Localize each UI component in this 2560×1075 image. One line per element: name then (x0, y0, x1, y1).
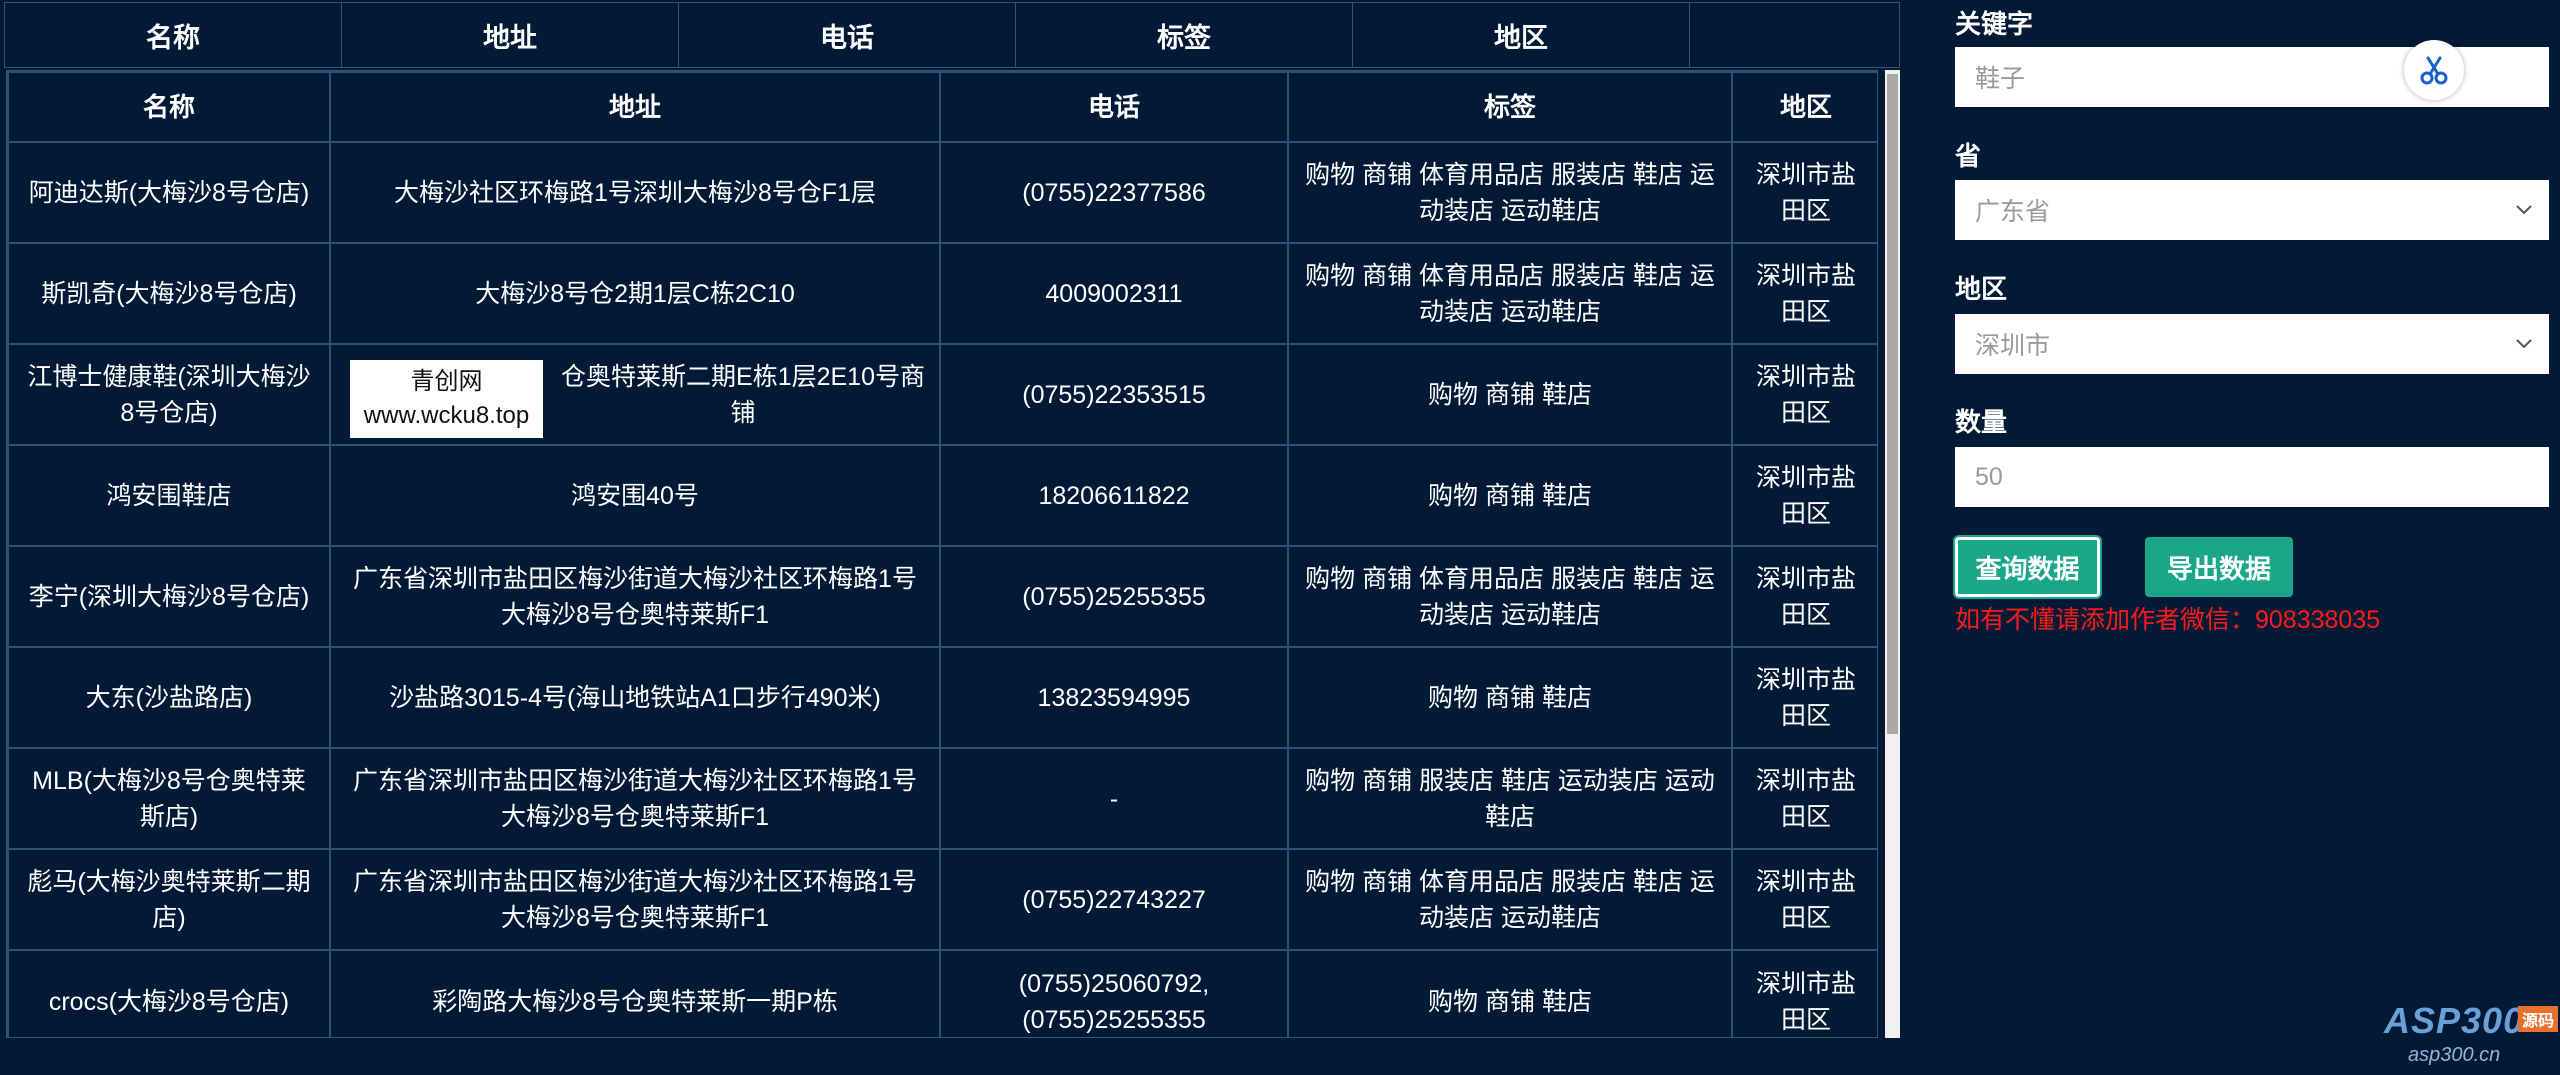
cell-name: 李宁(深圳大梅沙8号仓店) (7, 545, 331, 648)
watermark-line2: www.wcku8.top (363, 402, 530, 429)
outer-header-phone: 电话 (679, 3, 1016, 67)
cell-name: 彪马(大梅沙奥特莱斯二期店) (7, 848, 331, 951)
cell-tags: 购物 商铺 鞋店 (1287, 444, 1733, 547)
cell-region: 深圳市盐田区 (1731, 141, 1877, 244)
outer-header-tags: 标签 (1016, 3, 1353, 67)
cell-name: crocs(大梅沙8号仓店) (7, 949, 331, 1037)
table-scrollbar[interactable] (1885, 70, 1900, 1038)
cell-region: 深圳市盐田区 (1731, 848, 1877, 951)
region-select-value: 深圳市 (1975, 332, 2051, 360)
cell-region: 深圳市盐田区 (1731, 949, 1877, 1037)
cell-address: 鸿安围40号 (329, 444, 941, 547)
cell-name: 阿迪达斯(大梅沙8号仓店) (7, 141, 331, 244)
column-header-region: 地区 (1731, 71, 1877, 143)
results-area: 名称 地址 电话 标签 地区 名称 地址 电话 标签 地区 阿迪达斯(大梅沙8号… (0, 0, 1900, 1040)
table-row: crocs(大梅沙8号仓店) 彩陶路大梅沙8号仓奥特莱斯一期P栋 (0755)2… (7, 949, 1877, 1037)
count-label: 数量 (1955, 407, 2008, 437)
query-panel: 关键字 鞋子 省 广东省 地区 深圳市 数量 50 查询数据 导出数据 如有不懂… (1955, 0, 2555, 1075)
cell-name: 斯凯奇(大梅沙8号仓店) (7, 242, 331, 345)
cell-phone: 4009002311 (939, 242, 1289, 345)
logo-main-text: ASP300 (2384, 1000, 2525, 1041)
cell-address: 彩陶路大梅沙8号仓奥特莱斯一期P栋 (329, 949, 941, 1037)
cell-phone: (0755)25255355 (939, 545, 1289, 648)
table-row: 彪马(大梅沙奥特莱斯二期店) 广东省深圳市盐田区梅沙街道大梅沙社区环梅路1号大梅… (7, 848, 1877, 951)
cell-phone: 18206611822 (939, 444, 1289, 547)
cell-name: 鸿安围鞋店 (7, 444, 331, 547)
cell-address: 广东省深圳市盐田区梅沙街道大梅沙社区环梅路1号大梅沙8号仓奥特莱斯F1 (329, 747, 941, 850)
scrollbar-thumb[interactable] (1887, 74, 1898, 734)
cell-region: 深圳市盐田区 (1731, 646, 1877, 749)
keyword-label: 关键字 (1955, 9, 2034, 39)
cell-tags: 购物 商铺 服装店 鞋店 运动装店 运动鞋店 (1287, 747, 1733, 850)
scissors-icon (2420, 56, 2448, 85)
cell-address: 沙盐路3015-4号(海山地铁站A1口步行490米) (329, 646, 941, 749)
cell-phone: (0755)22377586 (939, 141, 1289, 244)
query-data-button[interactable]: 查询数据 (1955, 537, 2100, 597)
cell-phone: (0755)22743227 (939, 848, 1289, 951)
table-row: 江博士健康鞋(深圳大梅沙8号仓店) 仓奥特莱斯二期E栋1层2E10号商铺 (07… (7, 343, 1877, 446)
cell-address: 广东省深圳市盐田区梅沙街道大梅沙社区环梅路1号大梅沙8号仓奥特莱斯F1 (329, 848, 941, 951)
cell-tags: 购物 商铺 鞋店 (1287, 949, 1733, 1037)
cell-tags: 购物 商铺 体育用品店 服装店 鞋店 运动装店 运动鞋店 (1287, 242, 1733, 345)
logo-tag: 源码 (2518, 1006, 2558, 1032)
cell-region: 深圳市盐田区 (1731, 444, 1877, 547)
outer-table-header: 名称 地址 电话 标签 地区 (4, 2, 1900, 68)
province-select[interactable]: 广东省 (1955, 180, 2549, 240)
cell-region: 深圳市盐田区 (1731, 747, 1877, 850)
cell-tags: 购物 商铺 体育用品店 服装店 鞋店 运动装店 运动鞋店 (1287, 141, 1733, 244)
chevron-down-icon (2516, 339, 2532, 349)
count-input[interactable]: 50 (1955, 447, 2549, 507)
cell-tags: 购物 商铺 鞋店 (1287, 343, 1733, 446)
column-header-name: 名称 (7, 71, 331, 143)
province-label: 省 (1955, 141, 1982, 171)
table-row: 大东(沙盐路店) 沙盐路3015-4号(海山地铁站A1口步行490米) 1382… (7, 646, 1877, 749)
column-header-phone: 电话 (939, 71, 1289, 143)
cell-region: 深圳市盐田区 (1731, 343, 1877, 446)
outer-header-address: 地址 (342, 3, 679, 67)
region-label: 地区 (1955, 274, 2008, 304)
column-header-address: 地址 (329, 71, 941, 143)
cell-phone: - (939, 747, 1289, 850)
cell-phone: (0755)22353515 (939, 343, 1289, 446)
count-input-value: 50 (1975, 462, 2003, 491)
results-table-scroll[interactable]: 名称 地址 电话 标签 地区 阿迪达斯(大梅沙8号仓店) 大梅沙社区环梅路1号深… (6, 70, 1878, 1038)
table-row: 斯凯奇(大梅沙8号仓店) 大梅沙8号仓2期1层C栋2C10 4009002311… (7, 242, 1877, 345)
watermark-line1: 青创网 (410, 368, 483, 395)
cell-name: 大东(沙盐路店) (7, 646, 331, 749)
cell-tags: 购物 商铺 鞋店 (1287, 646, 1733, 749)
export-data-button[interactable]: 导出数据 (2145, 537, 2293, 597)
region-select[interactable]: 深圳市 (1955, 314, 2549, 374)
province-select-value: 广东省 (1975, 198, 2051, 226)
column-header-tags: 标签 (1287, 71, 1733, 143)
site-logo: ASP300 源码 asp300.cn (2380, 1000, 2560, 1075)
table-header-row: 名称 地址 电话 标签 地区 (7, 71, 1877, 143)
watermark-label: 青创网 www.wcku8.top (350, 360, 543, 438)
cell-address: 大梅沙社区环梅路1号深圳大梅沙8号仓F1层 (329, 141, 941, 244)
table-row: 阿迪达斯(大梅沙8号仓店) 大梅沙社区环梅路1号深圳大梅沙8号仓F1层 (075… (7, 141, 1877, 244)
cell-address: 广东省深圳市盐田区梅沙街道大梅沙社区环梅路1号大梅沙8号仓奥特莱斯F1 (329, 545, 941, 648)
results-table: 名称 地址 电话 标签 地区 阿迪达斯(大梅沙8号仓店) 大梅沙社区环梅路1号深… (7, 71, 1877, 1037)
cell-address: 大梅沙8号仓2期1层C栋2C10 (329, 242, 941, 345)
cell-region: 深圳市盐田区 (1731, 242, 1877, 345)
cell-tags: 购物 商铺 体育用品店 服装店 鞋店 运动装店 运动鞋店 (1287, 545, 1733, 648)
outer-header-region: 地区 (1353, 3, 1690, 67)
cell-tags: 购物 商铺 体育用品店 服装店 鞋店 运动装店 运动鞋店 (1287, 848, 1733, 951)
cell-name: MLB(大梅沙8号仓奥特莱斯店) (7, 747, 331, 850)
outer-header-name: 名称 (5, 3, 342, 67)
cell-phone: (0755)25060792,(0755)25255355 (939, 949, 1289, 1037)
chevron-down-icon (2516, 205, 2532, 215)
table-row: 鸿安围鞋店 鸿安围40号 18206611822 购物 商铺 鞋店 深圳市盐田区 (7, 444, 1877, 547)
cell-region: 深圳市盐田区 (1731, 545, 1877, 648)
table-row: 李宁(深圳大梅沙8号仓店) 广东省深圳市盐田区梅沙街道大梅沙社区环梅路1号大梅沙… (7, 545, 1877, 648)
contact-notice: 如有不懂请添加作者微信：908338035 (1955, 606, 2381, 634)
logo-sub-text: asp300.cn (2408, 1044, 2501, 1066)
table-row: MLB(大梅沙8号仓奥特莱斯店) 广东省深圳市盐田区梅沙街道大梅沙社区环梅路1号… (7, 747, 1877, 850)
keyword-input-value: 鞋子 (1975, 65, 2026, 93)
cell-phone: 13823594995 (939, 646, 1289, 749)
cell-name: 江博士健康鞋(深圳大梅沙8号仓店) (7, 343, 331, 446)
scissors-tool-button[interactable] (2404, 40, 2464, 100)
